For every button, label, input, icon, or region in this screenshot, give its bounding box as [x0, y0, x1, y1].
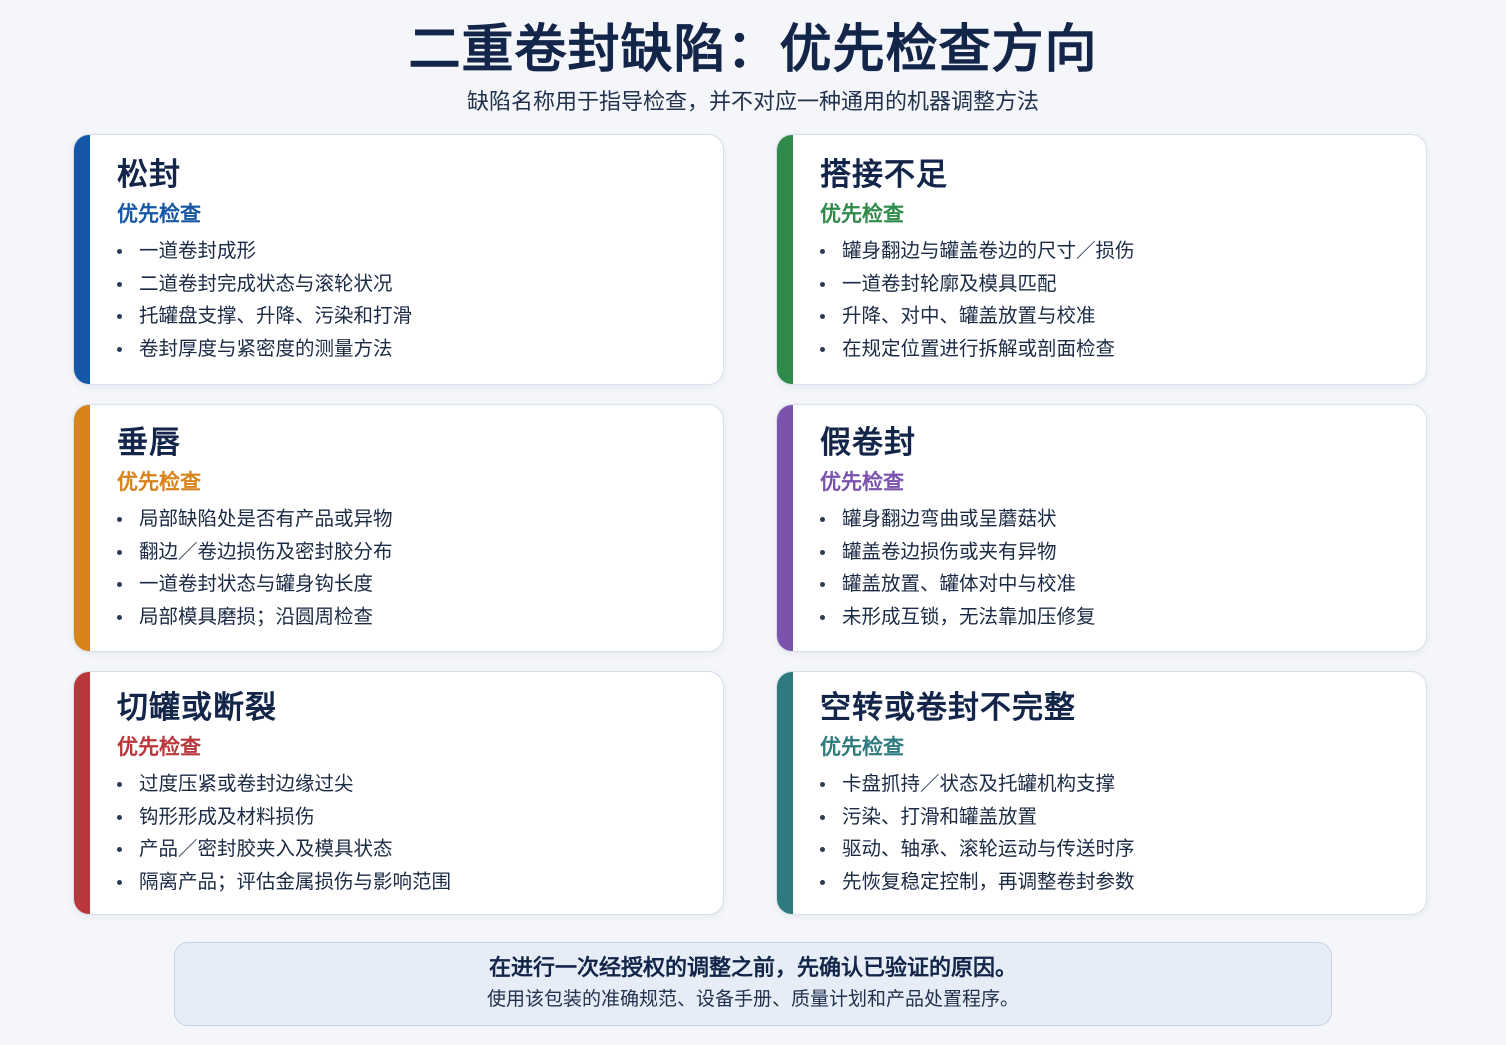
- card-title: 搭接不足: [820, 157, 948, 193]
- check-list: 卡盘抓持／状态及托罐机构支撑 污染、打滑和罐盖放置 驱动、轴承、滚轮运动与传送时…: [820, 768, 1406, 898]
- card-title: 松封: [117, 157, 181, 193]
- card-subtitle: 优先检查: [117, 470, 201, 494]
- list-item: 一道卷封成形: [117, 235, 703, 268]
- card-title: 假卷封: [820, 425, 916, 461]
- list-item: 罐身翻边与罐盖卷边的尺寸／损伤: [820, 235, 1406, 268]
- card-title: 垂唇: [117, 425, 181, 461]
- list-item: 二道卷封完成状态与滚轮状况: [117, 268, 703, 301]
- page-subtitle: 缺陷名称用于指导检查，并不对应一种通用的机器调整方法: [466, 90, 1039, 115]
- card-accent-bar: [74, 405, 90, 651]
- header: 二重卷封缺陷：优先检查方向 缺陷名称用于指导检查，并不对应一种通用的机器调整方法: [0, 18, 1506, 118]
- card-subtitle: 优先检查: [117, 202, 201, 226]
- check-list: 一道卷封成形 二道卷封完成状态与滚轮状况 托罐盘支撑、升降、污染和打滑 卷封厚度…: [117, 235, 703, 365]
- check-list: 罐身翻边与罐盖卷边的尺寸／损伤 一道卷封轮廓及模具匹配 升降、对中、罐盖放置与校…: [820, 235, 1406, 365]
- defect-card-droop: 垂唇 优先检查 局部缺陷处是否有产品或异物 翻边／卷边损伤及密封胶分布 一道卷封…: [73, 404, 724, 652]
- list-item: 卷封厚度与紧密度的测量方法: [117, 333, 703, 366]
- list-item: 产品／密封胶夹入及模具状态: [117, 833, 703, 866]
- footer-main-text: 在进行一次经授权的调整之前，先确认已验证的原因。: [488, 956, 1017, 981]
- list-item: 钩形形成及材料损伤: [117, 801, 703, 834]
- footer-sub-text: 使用该包装的准确规范、设备手册、质量计划和产品处置程序。: [486, 988, 1019, 1010]
- card-accent-bar: [777, 135, 793, 384]
- list-item: 隔离产品；评估金属损伤与影响范围: [117, 866, 703, 899]
- card-title: 切罐或断裂: [117, 690, 277, 726]
- card-subtitle: 优先检查: [117, 735, 201, 759]
- page: 二重卷封缺陷：优先检查方向 缺陷名称用于指导检查，并不对应一种通用的机器调整方法…: [0, 0, 1506, 1045]
- list-item: 升降、对中、罐盖放置与校准: [820, 300, 1406, 333]
- defect-card-false-seam: 假卷封 优先检查 罐身翻边弯曲或呈蘑菇状 罐盖卷边损伤或夹有异物 罐盖放置、罐体…: [776, 404, 1427, 652]
- card-subtitle: 优先检查: [820, 202, 904, 226]
- list-item: 一道卷封状态与罐身钩长度: [117, 568, 703, 601]
- defect-card-loose-seam: 松封 优先检查 一道卷封成形 二道卷封完成状态与滚轮状况 托罐盘支撑、升降、污染…: [73, 134, 724, 385]
- card-accent-bar: [777, 405, 793, 651]
- list-item: 局部缺陷处是否有产品或异物: [117, 503, 703, 536]
- list-item: 托罐盘支撑、升降、污染和打滑: [117, 300, 703, 333]
- list-item: 罐盖卷边损伤或夹有异物: [820, 536, 1406, 569]
- list-item: 罐盖放置、罐体对中与校准: [820, 568, 1406, 601]
- footer-note: 在进行一次经授权的调整之前，先确认已验证的原因。 使用该包装的准确规范、设备手册…: [174, 942, 1332, 1026]
- list-item: 过度压紧或卷封边缘过尖: [117, 768, 703, 801]
- page-title: 二重卷封缺陷：优先检查方向: [408, 20, 1098, 80]
- list-item: 罐身翻边弯曲或呈蘑菇状: [820, 503, 1406, 536]
- defect-card-cut-over-fracture: 切罐或断裂 优先检查 过度压紧或卷封边缘过尖 钩形形成及材料损伤 产品／密封胶夹…: [73, 671, 724, 915]
- defect-card-insufficient-overlap: 搭接不足 优先检查 罐身翻边与罐盖卷边的尺寸／损伤 一道卷封轮廓及模具匹配 升降…: [776, 134, 1427, 385]
- card-accent-bar: [74, 135, 90, 384]
- list-item: 卡盘抓持／状态及托罐机构支撑: [820, 768, 1406, 801]
- list-item: 翻边／卷边损伤及密封胶分布: [117, 536, 703, 569]
- card-subtitle: 优先检查: [820, 470, 904, 494]
- card-accent-bar: [74, 672, 90, 914]
- list-item: 一道卷封轮廓及模具匹配: [820, 268, 1406, 301]
- list-item: 未形成互锁，无法靠加压修复: [820, 601, 1406, 634]
- card-accent-bar: [777, 672, 793, 914]
- defect-card-spinner-incomplete-seam: 空转或卷封不完整 优先检查 卡盘抓持／状态及托罐机构支撑 污染、打滑和罐盖放置 …: [776, 671, 1427, 915]
- card-subtitle: 优先检查: [820, 735, 904, 759]
- card-title: 空转或卷封不完整: [820, 690, 1076, 726]
- check-list: 罐身翻边弯曲或呈蘑菇状 罐盖卷边损伤或夹有异物 罐盖放置、罐体对中与校准 未形成…: [820, 503, 1406, 633]
- list-item: 驱动、轴承、滚轮运动与传送时序: [820, 833, 1406, 866]
- list-item: 污染、打滑和罐盖放置: [820, 801, 1406, 834]
- list-item: 在规定位置进行拆解或剖面检查: [820, 333, 1406, 366]
- check-list: 过度压紧或卷封边缘过尖 钩形形成及材料损伤 产品／密封胶夹入及模具状态 隔离产品…: [117, 768, 703, 898]
- list-item: 先恢复稳定控制，再调整卷封参数: [820, 866, 1406, 899]
- check-list: 局部缺陷处是否有产品或异物 翻边／卷边损伤及密封胶分布 一道卷封状态与罐身钩长度…: [117, 503, 703, 633]
- list-item: 局部模具磨损；沿圆周检查: [117, 601, 703, 634]
